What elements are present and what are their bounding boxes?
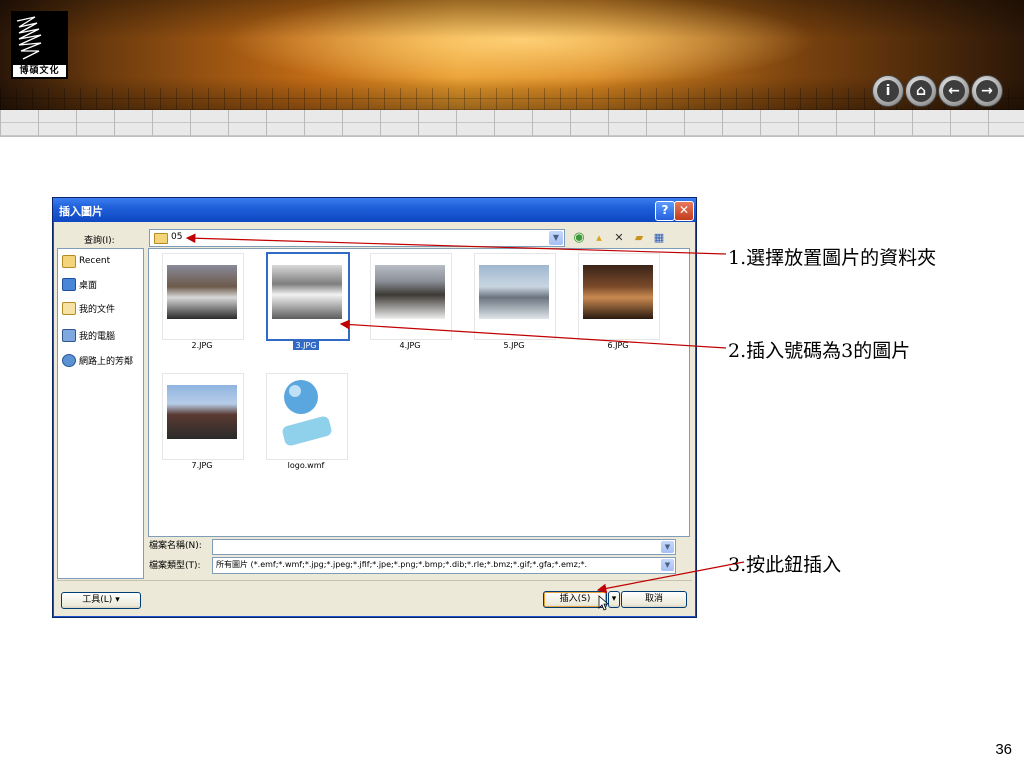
dialog-title: 插入圖片 bbox=[59, 205, 103, 218]
look-in-label: 查詢(I): bbox=[84, 236, 115, 246]
logo-mark-icon bbox=[16, 16, 42, 60]
photo-snowy-hill bbox=[375, 265, 445, 319]
dialog-toolbar: ◉ ▴ ✕ ▰ ▦ bbox=[571, 229, 667, 247]
prev-button[interactable]: ← bbox=[938, 75, 970, 107]
cancel-button[interactable]: 取消 bbox=[621, 591, 687, 608]
look-in-value: 05 bbox=[171, 232, 183, 242]
annotation-step3: 3.按此鈕插入 bbox=[728, 554, 842, 576]
file-thumbnail-6jpg[interactable] bbox=[578, 253, 660, 340]
file-thumbnail-4jpg[interactable] bbox=[370, 253, 452, 340]
file-name[interactable]: 2.JPG bbox=[162, 341, 242, 350]
info-icon: i bbox=[877, 80, 899, 102]
place-label: 我的電腦 bbox=[79, 331, 116, 342]
recent-folder-icon bbox=[62, 254, 76, 268]
photo-snow-stream bbox=[272, 265, 342, 319]
annotation-step2: 2.插入號碼為3的圖片 bbox=[728, 340, 911, 362]
dialog-titlebar[interactable]: 插入圖片 ? ✕ bbox=[53, 198, 696, 222]
help-button[interactable]: ? bbox=[655, 201, 675, 221]
my-computer-icon bbox=[62, 328, 76, 342]
place-my-documents[interactable]: 我的文件 bbox=[62, 299, 115, 317]
file-name-label: 檔案名稱(N): bbox=[149, 541, 202, 551]
photo-restaurant-interior bbox=[583, 265, 653, 319]
file-thumbnail-7jpg[interactable] bbox=[162, 373, 244, 460]
place-recent[interactable]: Recent bbox=[62, 252, 110, 270]
look-in-dropdown[interactable]: 05 ▼ bbox=[149, 229, 565, 247]
arrow-right-icon: → bbox=[976, 80, 998, 102]
file-thumbnail-logo-wmf[interactable] bbox=[266, 373, 348, 460]
file-name[interactable]: 5.JPG bbox=[474, 341, 554, 350]
folder-icon bbox=[154, 233, 168, 244]
photo-mountain-lake bbox=[479, 265, 549, 319]
slide-nav: i ⌂ ← → bbox=[872, 75, 1003, 107]
file-name[interactable]: 6.JPG bbox=[578, 341, 658, 350]
file-type-label: 檔案類型(T): bbox=[149, 561, 201, 571]
publisher-logo: 博碩文化 bbox=[11, 11, 68, 79]
file-name[interactable]: 4.JPG bbox=[370, 341, 450, 350]
file-name[interactable]: 7.JPG bbox=[162, 461, 242, 470]
next-button[interactable]: → bbox=[971, 75, 1003, 107]
file-type-value: 所有圖片 (*.emf;*.wmf;*.jpg;*.jpeg;*.jfif;*.… bbox=[216, 560, 588, 569]
file-name-selected[interactable]: 3.JPG bbox=[266, 341, 346, 350]
place-desktop[interactable]: 桌面 bbox=[62, 275, 97, 293]
place-label: 我的文件 bbox=[79, 304, 116, 315]
header-stripe bbox=[0, 110, 1024, 137]
file-thumbnail-3jpg[interactable] bbox=[266, 252, 350, 341]
insert-picture-dialog: 插入圖片 ? ✕ 查詢(I): 05 ▼ ◉ ▴ ✕ ▰ ▦ Recent 桌面… bbox=[52, 197, 697, 618]
home-icon: ⌂ bbox=[910, 80, 932, 102]
close-button[interactable]: ✕ bbox=[674, 201, 694, 221]
new-folder-icon[interactable]: ▰ bbox=[631, 230, 647, 246]
dex-logo-image bbox=[271, 377, 341, 453]
place-my-computer[interactable]: 我的電腦 bbox=[62, 326, 115, 344]
back-icon[interactable]: ◉ bbox=[571, 230, 587, 246]
file-name[interactable]: logo.wmf bbox=[266, 461, 346, 470]
views-menu-icon[interactable]: ▦ bbox=[651, 230, 667, 246]
my-documents-icon bbox=[62, 301, 76, 315]
place-label: 桌面 bbox=[79, 280, 98, 291]
delete-icon[interactable]: ✕ bbox=[611, 230, 627, 246]
logo-text: 博碩文化 bbox=[13, 65, 66, 77]
insert-options-button[interactable]: ▾ bbox=[608, 591, 620, 608]
arrow-left-icon: ← bbox=[943, 80, 965, 102]
file-name-field[interactable]: ▼ bbox=[212, 539, 676, 555]
place-label: Recent bbox=[79, 256, 111, 266]
place-network[interactable]: 網路上的芳鄰 bbox=[62, 351, 133, 369]
annotation-step1: 1.選擇放置圖片的資料夾 bbox=[728, 247, 937, 269]
chevron-down-icon[interactable]: ▼ bbox=[661, 559, 674, 571]
tools-button[interactable]: 工具(L) ▾ bbox=[61, 592, 141, 609]
dialog-divider bbox=[57, 580, 692, 581]
place-label: 網路上的芳鄰 bbox=[79, 356, 134, 367]
up-folder-icon[interactable]: ▴ bbox=[591, 230, 607, 246]
desktop-icon bbox=[62, 277, 76, 291]
file-thumbnail-2jpg[interactable] bbox=[162, 253, 244, 340]
chevron-down-icon[interactable]: ▼ bbox=[661, 541, 674, 553]
chevron-down-icon[interactable]: ▼ bbox=[549, 231, 563, 245]
banner-grid bbox=[0, 88, 1024, 110]
network-places-icon bbox=[62, 353, 76, 367]
photo-penguins bbox=[167, 265, 237, 319]
chevron-down-icon: ▾ bbox=[115, 595, 120, 605]
tools-label: 工具(L) bbox=[82, 595, 113, 605]
home-button[interactable]: ⌂ bbox=[905, 75, 937, 107]
photo-clock-tower bbox=[167, 385, 237, 439]
page-number: 36 bbox=[995, 741, 1012, 758]
info-button[interactable]: i bbox=[872, 75, 904, 107]
file-type-dropdown[interactable]: 所有圖片 (*.emf;*.wmf;*.jpg;*.jpeg;*.jfif;*.… bbox=[212, 557, 676, 574]
file-thumbnail-5jpg[interactable] bbox=[474, 253, 556, 340]
places-bar: Recent 桌面 我的文件 我的電腦 網路上的芳鄰 bbox=[57, 248, 144, 579]
mouse-cursor-icon bbox=[598, 595, 608, 611]
file-list[interactable]: 2.JPG 3.JPG 4.JPG 5.JPG 6.JPG 7.JPG logo… bbox=[148, 248, 690, 537]
